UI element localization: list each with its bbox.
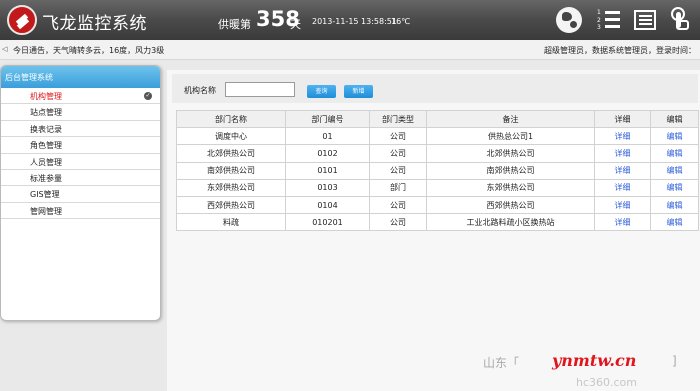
table-cell: 西郊供热公司 [426, 195, 595, 215]
table-cell: 部门 [369, 178, 427, 197]
department-table: 部门名称 部门编号 部门类型 备注 详细 编辑 调度中心 01 公司 供热总公司… [176, 109, 699, 232]
search-button[interactable]: 查询 [307, 85, 336, 98]
detail-link[interactable]: 详细 [594, 161, 651, 180]
table-cell: 公司 [369, 127, 427, 146]
table-cell: 料疏 [176, 213, 286, 232]
edit-link[interactable]: 编辑 [650, 161, 699, 180]
sidebar-item-label: 管网管理 [30, 206, 62, 216]
table-row: 北郊供热公司 0102 公司 北郊供热公司 详细 编辑 [176, 144, 699, 163]
search-bar: 机构名称 查询 新增 [172, 74, 698, 103]
notice-text: 今日通告，天气晴转多云，16度，风力3级 [13, 46, 165, 55]
speaker-icon: ◁ [2, 45, 8, 53]
sidebar-item-staff-management[interactable]: 人员管理 [1, 154, 160, 170]
watermark-bracket: ] [672, 354, 677, 368]
user-info: 超级管理员，数据系统管理员，登录时间： [544, 46, 696, 55]
table-cell: 南郊供热公司 [426, 161, 595, 180]
table-cell: 0101 [285, 161, 370, 180]
column-header: 部门类型 [369, 109, 427, 129]
table-icon[interactable] [634, 10, 656, 30]
detail-link[interactable]: 详细 [594, 144, 651, 163]
app-title: 飞龙监控系统 [42, 14, 147, 34]
org-name-label: 机构名称 [184, 86, 216, 95]
detail-link[interactable]: 详细 [594, 178, 651, 197]
table-cell: 0103 [285, 178, 370, 197]
table-cell: 北郊供热公司 [176, 144, 286, 163]
sidebar-item-label: 角色管理 [30, 141, 62, 151]
table-cell: 工业北路料疏小区换热站 [426, 213, 595, 232]
table-header-row: 部门名称 部门编号 部门类型 备注 详细 编辑 [176, 109, 699, 129]
column-header: 备注 [426, 109, 595, 129]
temperature: 16℃ [391, 17, 411, 26]
sidebar-item-label: 人员管理 [30, 157, 62, 167]
table-row: 南郊供热公司 0101 公司 南郊供热公司 详细 编辑 [176, 161, 699, 180]
add-button[interactable]: 新增 [344, 85, 373, 98]
table-row: 西郊供热公司 0104 公司 西郊供热公司 详细 编辑 [176, 195, 699, 215]
table-row: 调度中心 01 公司 供热总公司1 详细 编辑 [176, 127, 699, 146]
edit-link[interactable]: 编辑 [650, 213, 699, 232]
org-name-input[interactable] [225, 82, 295, 97]
sidebar-item-label: 换表记录 [30, 124, 62, 134]
touch-icon[interactable] [670, 7, 696, 33]
detail-link[interactable]: 详细 [594, 213, 651, 232]
sidebar-item-role-management[interactable]: 角色管理 [1, 137, 160, 154]
table-cell: 调度中心 [176, 127, 286, 146]
notice-bar: ◁ 今日通告，天气晴转多云，16度，风力3级 超级管理员，数据系统管理员，登录时… [0, 40, 700, 60]
watermark-brand: ynmtw.cn [552, 351, 637, 370]
sidebar-item-label: 机构管理 [30, 92, 62, 101]
numbered-list-icon[interactable]: 1 2 3 [596, 7, 622, 33]
current-datetime: 2013-11-15 13:58:51 [312, 17, 397, 26]
table-cell: 010201 [285, 213, 370, 232]
sidebar: 后台管理系统 机构管理 ✓ 站点管理 换表记录 角色管理 人员管理 标准参量 G… [0, 65, 161, 321]
table-row: 料疏 010201 公司 工业北路料疏小区换热站 详细 编辑 [176, 213, 699, 232]
sidebar-item-gis-management[interactable]: GIS管理 [1, 186, 160, 203]
sidebar-title: 后台管理系统 [1, 66, 160, 88]
edit-link[interactable]: 编辑 [650, 195, 699, 215]
watermark-region: 山东「 [483, 356, 520, 370]
watermark-url: hc360.com [576, 376, 638, 389]
column-header: 部门编号 [285, 109, 370, 129]
table-cell: 东郊供热公司 [426, 178, 595, 197]
sidebar-item-org-management[interactable]: 机构管理 ✓ [1, 88, 160, 105]
column-header: 部门名称 [176, 109, 286, 129]
top-header: 飞龙监控系统 供暖第 358 天 2013-11-15 13:58:51 16℃… [0, 0, 700, 40]
table-cell: 公司 [369, 213, 427, 232]
table-cell: 北郊供热公司 [426, 144, 595, 163]
check-icon: ✓ [144, 92, 152, 100]
sidebar-item-standard-params[interactable]: 标准参量 [1, 170, 160, 187]
table-cell: 0102 [285, 144, 370, 163]
column-header: 编辑 [650, 109, 699, 129]
main-panel: 机构名称 查询 新增 部门名称 部门编号 部门类型 备注 详细 编辑 调度中心 … [167, 70, 700, 391]
sidebar-item-label: 站点管理 [30, 108, 62, 118]
edit-link[interactable]: 编辑 [650, 127, 699, 146]
heating-days-prefix: 供暖第 [218, 18, 251, 31]
table-cell: 0104 [285, 195, 370, 215]
table-cell: 西郊供热公司 [176, 195, 286, 215]
table-cell: 南郊供热公司 [176, 161, 286, 180]
table-cell: 东郊供热公司 [176, 178, 286, 197]
logo-icon [7, 5, 37, 35]
column-header: 详细 [594, 109, 651, 129]
table-row: 东郊供热公司 0103 部门 东郊供热公司 详细 编辑 [176, 178, 699, 197]
sidebar-item-pipe-management[interactable]: 管网管理 [1, 203, 160, 220]
sidebar-item-site-management[interactable]: 站点管理 [1, 104, 160, 121]
globe-icon[interactable] [556, 7, 582, 33]
detail-link[interactable]: 详细 [594, 127, 651, 146]
table-cell: 公司 [369, 144, 427, 163]
edit-link[interactable]: 编辑 [650, 178, 699, 197]
table-cell: 公司 [369, 195, 427, 215]
heating-days-suffix: 天 [290, 18, 301, 31]
table-cell: 供热总公司1 [426, 127, 595, 146]
edit-link[interactable]: 编辑 [650, 144, 699, 163]
sidebar-item-label: 标准参量 [30, 173, 62, 183]
sidebar-item-meter-records[interactable]: 换表记录 [1, 121, 160, 138]
sidebar-item-label: GIS管理 [30, 190, 60, 200]
table-cell: 01 [285, 127, 370, 146]
detail-link[interactable]: 详细 [594, 195, 651, 215]
table-cell: 公司 [369, 161, 427, 180]
